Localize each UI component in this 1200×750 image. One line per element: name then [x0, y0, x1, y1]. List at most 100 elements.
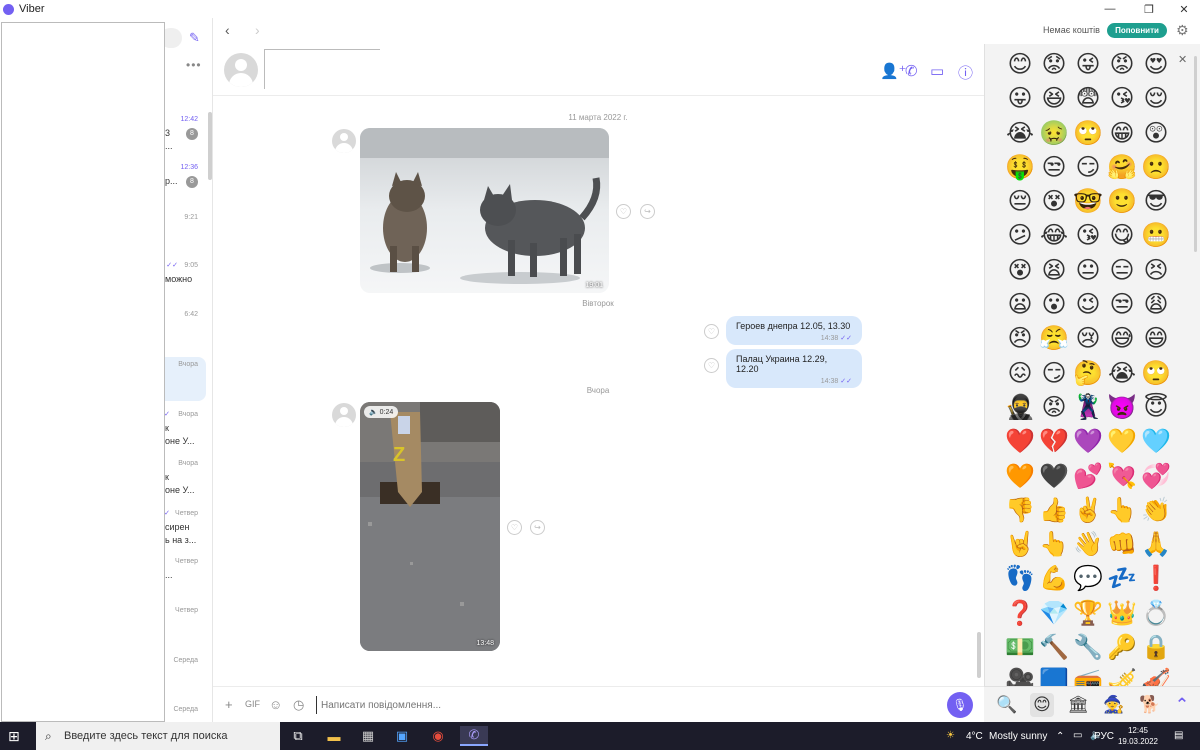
emoji-item[interactable]: 😊	[1003, 48, 1037, 82]
emoji-item[interactable]: 💘	[1105, 460, 1139, 494]
emoji-item[interactable]: 🤔	[1071, 357, 1105, 391]
emoji-item[interactable]: 😄	[1139, 322, 1173, 356]
compose-icon[interactable]: ✎	[189, 30, 205, 46]
emoji-item[interactable]: 😔	[1003, 185, 1037, 219]
chat-row[interactable]: Четвер	[164, 603, 206, 647]
chatlist-scrollbar[interactable]	[208, 112, 212, 180]
more-options-icon[interactable]: •••	[186, 58, 202, 72]
message-input[interactable]	[316, 696, 916, 714]
sticker-pack-tab-1[interactable]: 🏛	[1066, 693, 1090, 717]
gear-icon[interactable]: ⚙	[1176, 22, 1189, 39]
messages-scrollbar[interactable]	[977, 632, 981, 678]
weather-temperature[interactable]: 4°C	[966, 731, 983, 742]
contact-avatar[interactable]	[224, 53, 258, 87]
sticker-pack-tab-3[interactable]: 🐕	[1138, 693, 1162, 717]
emoji-item[interactable]: 😆	[1037, 82, 1071, 116]
close-button[interactable]: ✕	[1166, 0, 1200, 18]
outgoing-message[interactable]: Героев днепра 12.05, 13.30 14:38 ✓✓	[726, 316, 862, 345]
sender-avatar[interactable]	[332, 403, 356, 427]
forward-icon[interactable]: ↪	[530, 520, 545, 535]
timer-icon[interactable]: ◷	[293, 697, 304, 713]
emoji-item[interactable]: 🔨	[1037, 631, 1071, 665]
emoji-item[interactable]: 😘	[1105, 82, 1139, 116]
chat-row[interactable]: 12:36 р... 8	[164, 160, 206, 204]
call-icon[interactable]: ✆	[905, 62, 918, 80]
emoji-item[interactable]: 💬	[1071, 562, 1105, 596]
chrome-icon[interactable]: ◉	[426, 726, 450, 746]
emoji-item[interactable]: 🔧	[1071, 631, 1105, 665]
emoji-item[interactable]: 🩵	[1139, 425, 1173, 459]
emoji-item[interactable]: 🥷	[1003, 391, 1037, 425]
emoji-item[interactable]: 😖	[1003, 357, 1037, 391]
chat-row[interactable]: ✓ Четвер сирен ь на з...	[164, 506, 206, 550]
emoji-item[interactable]: 😏	[1071, 151, 1105, 185]
video-message[interactable]: Z 🔈 0:24 13:48	[360, 402, 500, 651]
emoji-item[interactable]: 😟	[1037, 48, 1071, 82]
forward-button[interactable]: ›	[255, 22, 260, 38]
chat-row[interactable]: Середа	[164, 653, 206, 697]
emoji-scrollbar[interactable]	[1194, 56, 1197, 252]
gif-icon[interactable]: GIF	[245, 699, 260, 709]
emoji-item[interactable]: 😑	[1105, 254, 1139, 288]
chat-row[interactable]: 6:42	[164, 307, 206, 351]
calculator-icon[interactable]: ▦	[356, 726, 380, 746]
network-icon[interactable]: ▭	[1073, 730, 1082, 741]
emoji-item[interactable]: 🙁	[1139, 151, 1173, 185]
emoji-item[interactable]: 🦹	[1071, 391, 1105, 425]
emoji-item[interactable]: 🔑	[1105, 631, 1139, 665]
emoji-item[interactable]: 🙂	[1105, 185, 1139, 219]
emoji-item[interactable]: 😤	[1037, 322, 1071, 356]
maximize-button[interactable]: ❐	[1131, 0, 1167, 18]
emoji-item[interactable]: 🔒	[1139, 631, 1173, 665]
like-icon[interactable]: ♡	[507, 520, 522, 535]
emoji-item[interactable]: 💤	[1105, 562, 1139, 596]
emoji-item[interactable]: 💵	[1003, 631, 1037, 665]
emoji-item[interactable]: 😭	[1003, 117, 1037, 151]
contact-name[interactable]	[264, 49, 380, 89]
emoji-item[interactable]: 😎	[1139, 185, 1173, 219]
emoji-item[interactable]: 😒	[1105, 288, 1139, 322]
emoji-search-tab[interactable]: 🔍	[995, 693, 1019, 717]
emoji-item[interactable]: 👣	[1003, 562, 1037, 596]
like-icon[interactable]: ♡	[704, 324, 719, 339]
emoji-item[interactable]: 💪	[1037, 562, 1071, 596]
emoji-item[interactable]: 😦	[1003, 288, 1037, 322]
minimize-button[interactable]: —	[1092, 0, 1128, 18]
windows-start-icon[interactable]: ⊞	[8, 728, 20, 745]
task-view-icon[interactable]: ⧉	[286, 726, 310, 746]
chat-row[interactable]: Четвер...	[164, 554, 206, 598]
emoji-item[interactable]: 🏆	[1071, 597, 1105, 631]
emoji-item[interactable]: 😵	[1037, 185, 1071, 219]
chat-row[interactable]: 12:42 3... 8	[164, 112, 206, 156]
emoji-item[interactable]: 👋	[1071, 528, 1105, 562]
emoji-item[interactable]: 😏	[1037, 357, 1071, 391]
emoji-item[interactable]: 🤢	[1037, 117, 1071, 151]
emoji-item[interactable]: 😣	[1139, 254, 1173, 288]
like-icon[interactable]: ♡	[704, 358, 719, 373]
emoji-item[interactable]: 😬	[1139, 219, 1173, 253]
emoji-item[interactable]: ❗	[1139, 562, 1173, 596]
plus-icon[interactable]: +	[225, 697, 233, 712]
emoji-item[interactable]: 🖤	[1037, 460, 1071, 494]
emoji-item[interactable]: 😩	[1139, 288, 1173, 322]
emoji-item[interactable]: 💍	[1139, 597, 1173, 631]
emoji-item[interactable]: 💞	[1139, 460, 1173, 494]
emoji-item[interactable]: 🤓	[1071, 185, 1105, 219]
emoji-item[interactable]: 🙄	[1139, 357, 1173, 391]
emoji-item[interactable]: 😛	[1003, 82, 1037, 116]
store-icon[interactable]: ▣	[390, 726, 414, 746]
like-icon[interactable]: ♡	[616, 204, 631, 219]
emoji-item[interactable]: 😭	[1105, 357, 1139, 391]
taskbar-search-box[interactable]: ⌕ Введите здесь текст для поиска	[36, 722, 280, 750]
emoji-item[interactable]: 😐	[1071, 254, 1105, 288]
emoji-item[interactable]: 😁	[1105, 117, 1139, 151]
sticker-icon[interactable]: ☺	[269, 697, 282, 712]
forward-icon[interactable]: ↪	[640, 204, 655, 219]
emoji-item[interactable]: 👿	[1105, 391, 1139, 425]
emoji-item[interactable]: 😍	[1139, 48, 1173, 82]
emoji-item[interactable]: 😡	[1037, 391, 1071, 425]
emoji-item[interactable]: 💕	[1071, 460, 1105, 494]
emoji-item[interactable]: 👎	[1003, 494, 1037, 528]
emoji-item[interactable]: 😌	[1139, 82, 1173, 116]
microphone-button[interactable]: 🎙	[947, 692, 973, 718]
